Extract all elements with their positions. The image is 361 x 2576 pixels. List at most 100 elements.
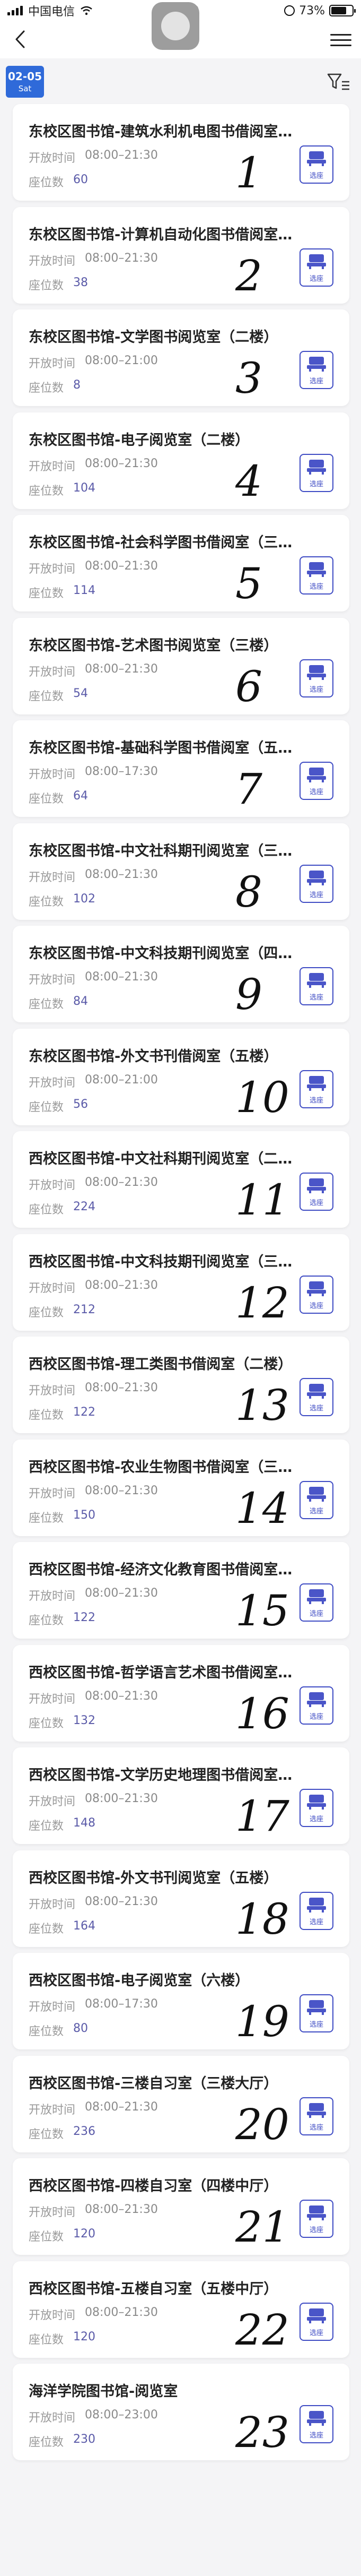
pick-seat-button[interactable]: 选座 [300,1480,333,1519]
room-list: 东校区图书馆-建筑水利机电图书借阅室... 开放时间 08:00–21:30 座… [13,104,349,2467]
room-name: 西校区图书馆-电子阅览室（六楼） [29,1972,250,1989]
pick-seat-button[interactable]: 选座 [300,2405,333,2443]
room-card[interactable]: 西校区图书馆-理工类图书借阅室（二楼） 开放时间 08:00–21:30 座位数… [13,1337,349,1433]
open-time-label: 开放时间 [29,2411,76,2425]
seat-count-label: 座位数 [29,1614,64,1627]
seat-count-value: 80 [73,2022,89,2035]
seat-icon [307,1384,326,1399]
open-time-row: 开放时间 08:00–21:30 [29,868,158,885]
pick-seat-button[interactable]: 选座 [300,556,333,595]
pick-seat-button[interactable]: 选座 [300,351,333,389]
pick-seat-label: 选座 [309,1712,323,1721]
open-time-row: 开放时间 08:00–21:30 [29,1484,158,1501]
room-card[interactable]: 西校区图书馆-哲学语言艺术图书借阅室... 开放时间 08:00–21:30 座… [13,1644,349,1742]
date-selector[interactable]: 02-05 Sat [6,66,44,98]
pick-seat-button[interactable]: 选座 [300,248,333,287]
room-card[interactable]: 西校区图书馆-四楼自习室（四楼中厅） 开放时间 08:00–21:30 座位数 … [13,2158,349,2255]
seat-count-value: 120 [73,2330,96,2344]
seat-count-value: 64 [73,789,89,803]
open-time-value: 08:00–21:30 [85,251,158,265]
open-time-value: 08:00–21:00 [85,354,158,367]
room-card[interactable]: 西校区图书馆-文学历史地理图书借阅室... 开放时间 08:00–21:30 座… [13,1747,349,1844]
pick-seat-button[interactable]: 选座 [300,453,333,492]
pick-seat-button[interactable]: 选座 [300,145,333,184]
pick-seat-button[interactable]: 选座 [300,1275,333,1314]
pick-seat-button[interactable]: 选座 [300,2200,333,2238]
room-card[interactable]: 西校区图书馆-五楼自习室（五楼中厅） 开放时间 08:00–21:30 座位数 … [13,2261,349,2358]
pick-seat-label: 选座 [309,377,323,385]
pick-seat-button[interactable]: 选座 [300,1789,333,1827]
pick-seat-button[interactable]: 选座 [300,1686,333,1725]
room-name: 海洋学院图书馆-阅览室 [29,2383,178,2400]
pick-seat-button[interactable]: 选座 [300,1378,333,1416]
seat-count-value: 122 [73,1611,96,1624]
room-card[interactable]: 西校区图书馆-中文社科期刊阅览室（二... 开放时间 08:00–21:30 座… [13,1131,349,1228]
pick-seat-button[interactable]: 选座 [300,659,333,697]
seat-count-label: 座位数 [29,484,64,498]
status-left: 中国电信 [7,2,93,19]
seat-count-row: 座位数 60 [29,173,88,190]
open-time-value: 08:00–21:30 [85,1689,158,1703]
open-time-label: 开放时间 [29,1384,76,1398]
pick-seat-button[interactable]: 选座 [300,1173,333,1211]
room-card[interactable]: 西校区图书馆-中文科技期刊阅览室（三... 开放时间 08:00–21:30 座… [13,1234,349,1331]
room-card[interactable]: 东校区图书馆-中文社科期刊阅览室（三... 开放时间 08:00–21:30 座… [13,823,349,920]
open-time-row: 开放时间 08:00–21:00 [29,1073,158,1090]
pick-seat-button[interactable]: 选座 [300,1583,333,1622]
room-card[interactable]: 东校区图书馆-计算机自动化图书借阅室... 开放时间 08:00–21:30 座… [13,206,349,304]
handwritten-number: 5 [235,559,262,608]
handwritten-number: 9 [235,970,262,1019]
room-card[interactable]: 海洋学院图书馆-阅览室 开放时间 08:00–23:00 座位数 230 23 … [13,2364,349,2460]
seat-count-value: 148 [73,1816,96,1830]
seat-count-value: 224 [73,1200,96,1213]
assistive-touch-button[interactable] [152,2,199,50]
open-time-row: 开放时间 08:00–21:30 [29,662,158,679]
room-card[interactable]: 东校区图书馆-文学图书阅览室（二楼） 开放时间 08:00–21:00 座位数 … [13,309,349,406]
room-name: 西校区图书馆-四楼自习室（四楼中厅） [29,2178,278,2194]
battery-level [331,7,346,14]
open-time-value: 08:00–21:30 [85,559,158,573]
menu-icon-line [330,44,351,46]
room-card[interactable]: 西校区图书馆-经济文化教育图书借阅室... 开放时间 08:00–21:30 座… [13,1542,349,1639]
seat-count-label: 座位数 [29,1100,64,1114]
pick-seat-button[interactable]: 选座 [300,1070,333,1108]
pick-seat-button[interactable]: 选座 [300,2097,333,2135]
room-card[interactable]: 西校区图书馆-农业生物图书借阅室（三... 开放时间 08:00–21:30 座… [13,1439,349,1536]
pick-seat-button[interactable]: 选座 [300,864,333,903]
room-card[interactable]: 东校区图书馆-建筑水利机电图书借阅室... 开放时间 08:00–21:30 座… [13,104,349,201]
room-card[interactable]: 东校区图书馆-外文书刊借阅室（五楼） 开放时间 08:00–21:00 座位数 … [13,1028,349,1125]
pick-seat-label: 选座 [309,2226,323,2234]
room-card[interactable]: 东校区图书馆-社会科学图书借阅室（三... 开放时间 08:00–21:30 座… [13,515,349,611]
room-card[interactable]: 东校区图书馆-中文科技期刊阅览室（四... 开放时间 08:00–21:30 座… [13,926,349,1022]
filter-icon[interactable] [326,71,350,92]
pick-seat-label: 选座 [309,1610,323,1618]
seat-count-row: 座位数 230 [29,2433,95,2450]
room-card[interactable]: 东校区图书馆-基础科学图书借阅室（五... 开放时间 08:00–17:30 座… [13,720,349,817]
room-card[interactable]: 东校区图书馆-艺术图书阅览室（三楼） 开放时间 08:00–21:30 座位数 … [13,617,349,714]
seat-count-value: 164 [73,1919,96,1933]
pick-seat-label: 选座 [309,2123,323,2132]
seat-count-value: 104 [73,481,96,495]
room-card[interactable]: 西校区图书馆-电子阅览室（六楼） 开放时间 08:00–17:30 座位数 80… [13,1953,349,2049]
back-button[interactable] [10,29,31,50]
pick-seat-button[interactable]: 选座 [300,2302,333,2341]
pick-seat-label: 选座 [309,1405,323,1412]
seat-count-row: 座位数 120 [29,2330,95,2347]
seat-count-row: 座位数 80 [29,2022,88,2039]
open-time-row: 开放时间 08:00–21:30 [29,1792,158,1809]
room-card[interactable]: 西校区图书馆-三楼自习室（三楼大厅） 开放时间 08:00–21:30 座位数 … [13,2055,349,2152]
pick-seat-button[interactable]: 选座 [300,1891,333,1930]
open-time-row: 开放时间 08:00–21:30 [29,1587,158,1604]
pick-seat-button[interactable]: 选座 [300,967,333,1005]
seat-count-label: 座位数 [29,1203,64,1217]
room-name: 西校区图书馆-中文社科期刊阅览室（二... [29,1151,294,1167]
seat-count-value: 114 [73,584,96,597]
room-card[interactable]: 东校区图书馆-电子阅览室（二楼） 开放时间 08:00–21:30 座位数 10… [13,412,349,509]
handwritten-number: 22 [235,2305,289,2355]
menu-button[interactable] [330,29,351,50]
pick-seat-button[interactable]: 选座 [300,762,333,800]
seat-icon [307,2308,326,2323]
pick-seat-button[interactable]: 选座 [300,1994,333,2032]
room-card[interactable]: 西校区图书馆-外文书刊阅览室（五楼） 开放时间 08:00–21:30 座位数 … [13,1850,349,1947]
handwritten-number: 8 [235,867,262,917]
